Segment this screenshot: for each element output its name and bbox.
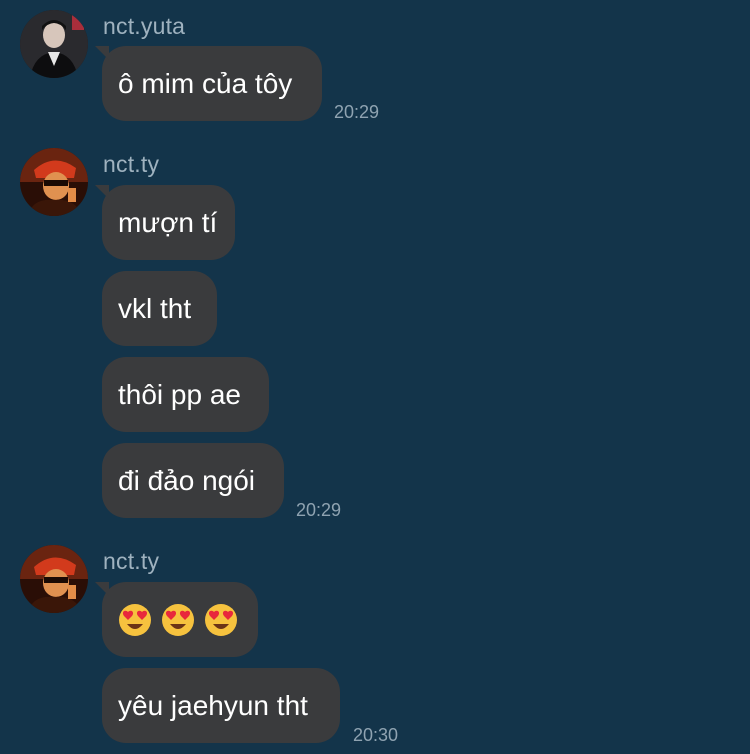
emoji-message-bubble[interactable] — [95, 582, 258, 657]
message-bubble[interactable]: vkl tht — [102, 271, 217, 346]
user-avatar-ty-icon — [20, 545, 88, 613]
message-bubble[interactable]: ô mim của tôy — [95, 46, 322, 121]
timestamp: 20:29 — [334, 102, 380, 122]
message-bubble[interactable]: thôi pp ae — [102, 357, 269, 432]
message-text: thôi pp ae — [118, 378, 241, 410]
sender-name: nct.ty — [103, 548, 160, 574]
user-avatar-yuta-icon — [20, 10, 88, 78]
message-text: yêu jaehyun tht — [118, 689, 308, 721]
message-text: đi đảo ngói — [118, 464, 256, 496]
sender-name: nct.ty — [103, 151, 160, 177]
message-bubble[interactable]: đi đảo ngói — [102, 443, 284, 518]
timestamp: 20:30 — [353, 725, 399, 745]
avatar-ty[interactable] — [20, 148, 88, 216]
message-text: ô mim của tôy — [118, 67, 293, 99]
avatar-ty[interactable] — [20, 545, 88, 613]
heart-eyes-emoji-icon — [119, 603, 151, 636]
message-text: vkl tht — [118, 292, 192, 324]
message-bubble[interactable]: mượn tí — [95, 185, 235, 260]
sender-name: nct.yuta — [103, 13, 186, 39]
user-avatar-ty-icon — [20, 148, 88, 216]
timestamp: 20:29 — [296, 500, 342, 520]
heart-eyes-emoji-icon — [162, 603, 194, 636]
heart-eyes-emoji-icon — [205, 603, 237, 636]
avatar-yuta[interactable] — [20, 10, 88, 78]
message-text: mượn tí — [118, 206, 218, 238]
message-bubble[interactable]: yêu jaehyun tht — [102, 668, 340, 743]
